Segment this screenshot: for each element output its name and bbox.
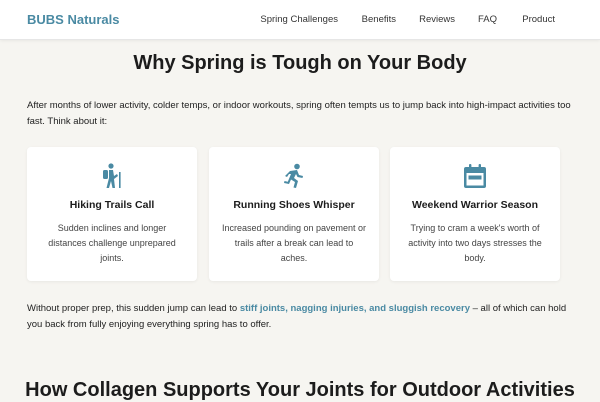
nav-link-reviews[interactable]: Reviews xyxy=(419,14,455,25)
nav-link-benefits[interactable]: Benefits xyxy=(362,14,396,25)
card-title: Running Shoes Whisper xyxy=(233,199,355,211)
feature-card-weekend: Weekend Warrior Season Trying to cram a … xyxy=(390,147,560,281)
running-icon xyxy=(209,162,379,190)
section-title: Why Spring is Tough on Your Body xyxy=(133,52,467,74)
card-description: Sudden inclines and longer distances cha… xyxy=(48,223,176,263)
card-title: Weekend Warrior Season xyxy=(411,199,539,211)
section-title-collagen: How Collagen Supports Your Joints for Ou… xyxy=(25,379,575,401)
nav-link-faq[interactable]: FAQ xyxy=(478,14,497,25)
intro-paragraph: After months of lower activity, colder t… xyxy=(27,100,571,127)
nav-link-product[interactable]: Product xyxy=(522,14,555,25)
outro-text-before: Without proper prep, this sudden jump ca… xyxy=(27,303,240,314)
card-description: Trying to cram a week's worth of activit… xyxy=(408,223,542,263)
hiking-icon xyxy=(27,162,197,190)
outro-highlight: stiff joints, nagging injuries, and slug… xyxy=(239,303,470,314)
top-navbar: BUBS Naturals Spring Challenges Benefits… xyxy=(0,0,600,40)
feature-card-running: Running Shoes Whisper Increased pounding… xyxy=(209,147,379,281)
outro-paragraph: Without proper prep, this sudden jump ca… xyxy=(27,301,572,333)
feature-card-hiking: Hiking Trails Call Sudden inclines and l… xyxy=(27,147,197,281)
card-title: Hiking Trails Call xyxy=(69,199,155,211)
card-description: Increased pounding on pavement or trails… xyxy=(221,223,367,263)
calendar-icon xyxy=(390,162,560,190)
nav-link-spring-challenges[interactable]: Spring Challenges xyxy=(260,14,338,25)
brand-logo[interactable]: BUBS Naturals xyxy=(27,12,119,27)
